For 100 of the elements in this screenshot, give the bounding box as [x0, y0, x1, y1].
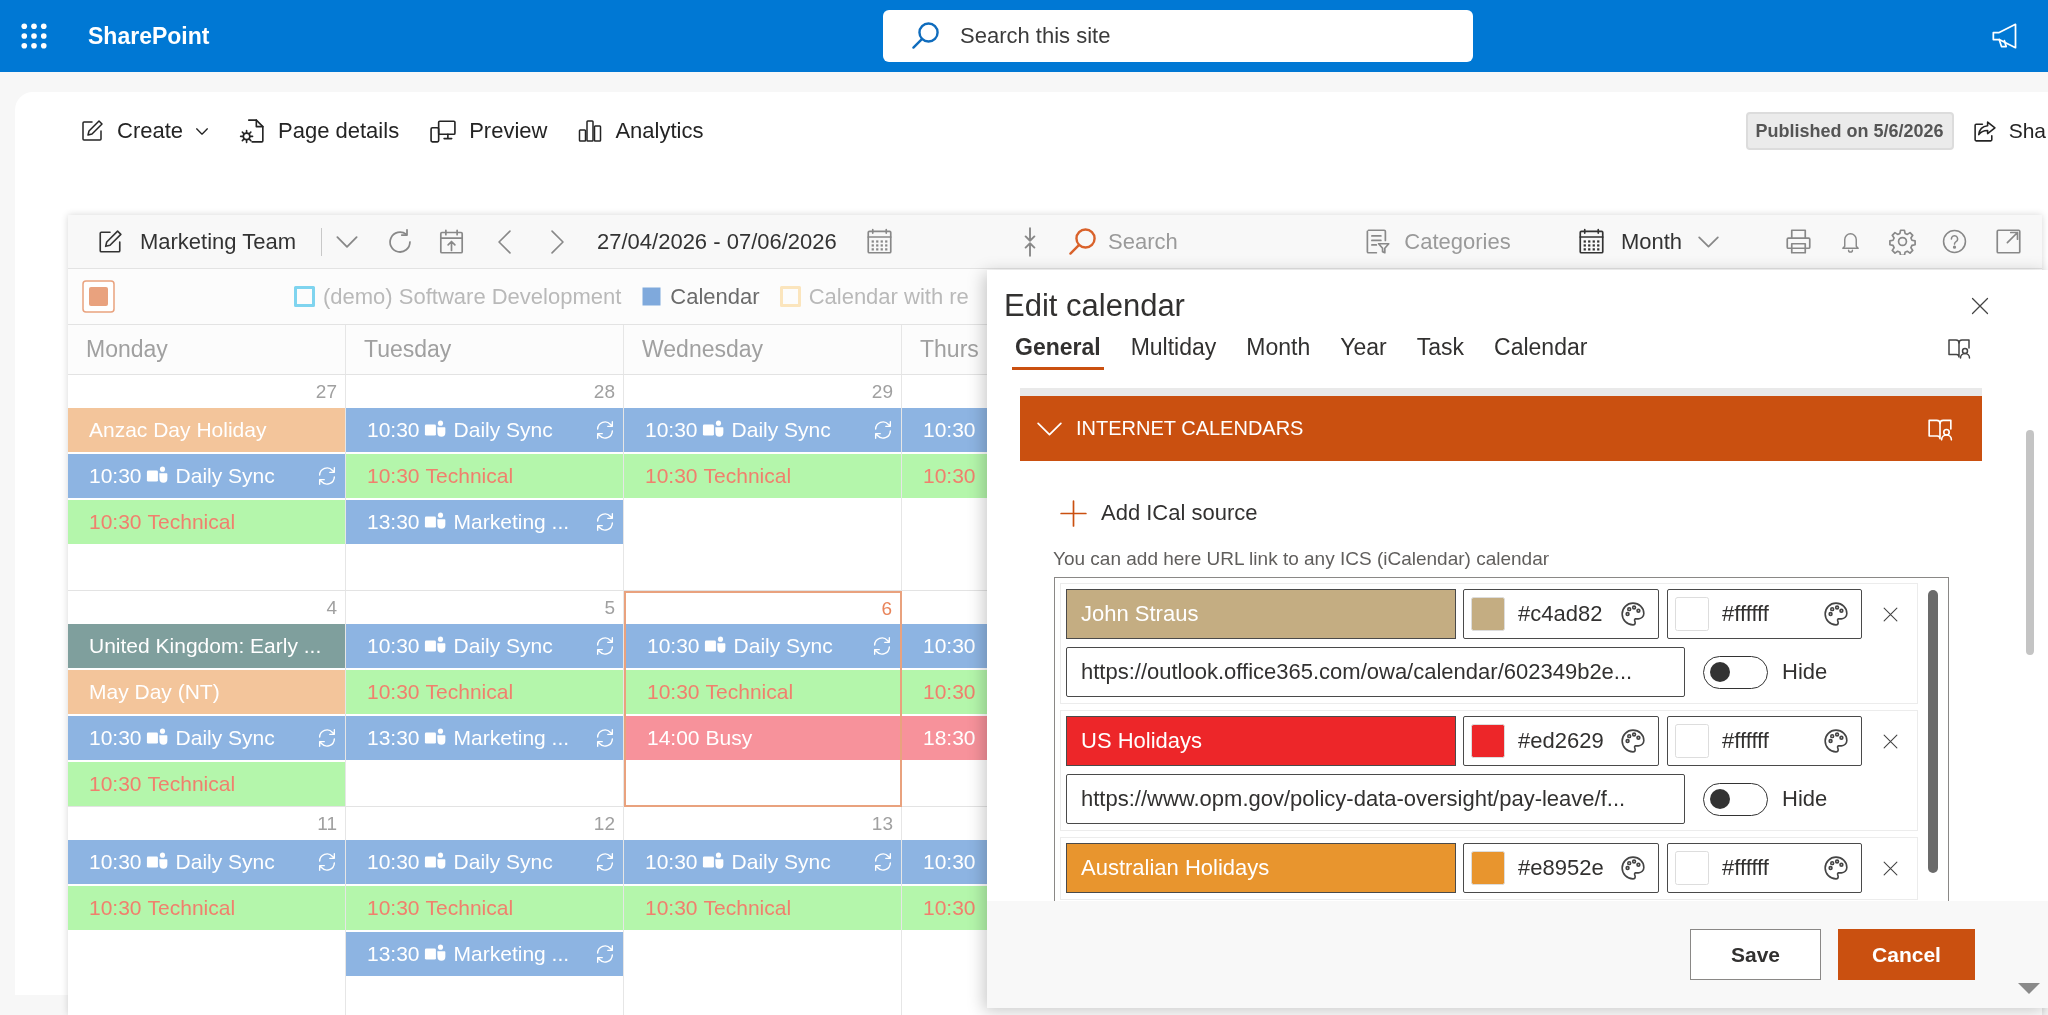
bell-icon[interactable]	[1839, 230, 1862, 253]
app-launcher-icon[interactable]	[21, 23, 47, 49]
calendar-event[interactable]: May Day (NT)	[68, 670, 345, 714]
calendar-event[interactable]: 10:30 Daily Sync	[626, 624, 900, 668]
categories-button[interactable]: Categories	[1364, 228, 1511, 255]
calendar-event[interactable]: 10:30	[902, 840, 987, 884]
calendar-event[interactable]: 10:30	[902, 454, 987, 498]
calendar-event[interactable]: 14:00 Busy	[626, 716, 900, 760]
calendar-event[interactable]: United Kingdom: Early ...	[68, 624, 345, 668]
color-field[interactable]: #ffffff	[1667, 843, 1862, 893]
color-field[interactable]: #e8952e	[1463, 843, 1659, 893]
calendar-event[interactable]: 10:30 Daily Sync	[68, 840, 345, 884]
calendar-event[interactable]: 10:30 Technical	[68, 500, 345, 544]
calendar-arrow-icon[interactable]	[438, 228, 465, 255]
palette-icon[interactable]	[1620, 601, 1646, 627]
calendar-event[interactable]: 10:30 Daily Sync	[68, 716, 345, 760]
calendar-event[interactable]: 10:30	[902, 408, 987, 452]
day-number: 12	[593, 812, 615, 835]
close-icon[interactable]	[1882, 732, 1899, 750]
save-button[interactable]: Save	[1690, 929, 1821, 980]
calendar-event[interactable]: Anzac Day Holiday	[68, 408, 345, 452]
calendar-icon[interactable]	[866, 228, 893, 255]
book-person-icon[interactable]	[1947, 336, 1971, 360]
scrollbar[interactable]	[1928, 590, 1938, 873]
calendar-event[interactable]: 10:30	[902, 670, 987, 714]
preview-button[interactable]: Preview	[430, 111, 548, 151]
chevron-left-icon[interactable]	[497, 229, 512, 254]
palette-icon[interactable]	[1823, 601, 1849, 627]
search-field[interactable]: Search this site	[883, 10, 1473, 62]
app-name[interactable]: SharePoint	[88, 22, 210, 50]
dropdown-caret-icon[interactable]	[336, 235, 358, 248]
calendar-event[interactable]: 10:30 Technical	[346, 886, 623, 930]
legend-item[interactable]: Calendar	[641, 283, 760, 310]
chevron-right-icon[interactable]	[550, 229, 565, 254]
tab[interactable]: Year	[1337, 326, 1390, 370]
color-field[interactable]: #ed2629	[1463, 716, 1659, 766]
tab[interactable]: Calendar	[1491, 326, 1591, 370]
print-icon[interactable]	[1785, 228, 1812, 255]
calendar-event[interactable]: 13:30 Marketing ...	[346, 932, 623, 976]
calendar-event[interactable]: 10:30 Daily Sync	[346, 408, 623, 452]
calendar-event[interactable]: 10:30 Technical	[68, 886, 345, 930]
calendar-event[interactable]: 10:30 Technical	[626, 670, 900, 714]
analytics-button[interactable]: Analytics	[578, 111, 704, 151]
sort-arrows-icon[interactable]	[1023, 226, 1037, 257]
name-field[interactable]: US Holidays	[1066, 716, 1456, 766]
calendar-event[interactable]: 10:30 Daily Sync	[624, 408, 901, 452]
calendar-event[interactable]: 10:30	[902, 886, 987, 930]
color-field[interactable]: #ffffff	[1667, 716, 1862, 766]
legend-item[interactable]: Calendar with re	[779, 283, 969, 310]
cancel-button[interactable]: Cancel	[1838, 929, 1975, 980]
calendar-event[interactable]: 13:30 Marketing ...	[346, 716, 623, 760]
legend-toggle-icon[interactable]	[82, 280, 115, 313]
toggle-switch[interactable]	[1703, 782, 1768, 816]
toggle-switch[interactable]	[1703, 655, 1768, 689]
scrollbar[interactable]	[2026, 430, 2034, 655]
calendar-event[interactable]: 10:30 Technical	[346, 454, 623, 498]
calendar-event[interactable]: 10:30	[902, 624, 987, 668]
calendar-event[interactable]: 10:30 Technical	[346, 670, 623, 714]
help-icon[interactable]	[1942, 229, 1967, 254]
calendar-event[interactable]: 10:30 Daily Sync	[346, 624, 623, 668]
open-external-icon[interactable]	[1995, 228, 2022, 255]
refresh-icon[interactable]	[386, 227, 414, 256]
close-icon[interactable]	[1882, 605, 1899, 623]
search-icon[interactable]	[1068, 227, 1097, 256]
share-button[interactable]: Sha	[1971, 118, 2046, 144]
create-button[interactable]: Create	[80, 111, 209, 151]
tab[interactable]: Multiday	[1127, 326, 1220, 370]
palette-icon[interactable]	[1823, 728, 1849, 754]
page-details-button[interactable]: Page details	[239, 111, 400, 151]
palette-icon[interactable]	[1620, 855, 1646, 881]
add-ical-source-button[interactable]: Add ICal source	[1060, 497, 1258, 529]
calendar-event[interactable]: 13:30 Marketing ...	[346, 500, 623, 544]
tab[interactable]: General	[1012, 326, 1104, 370]
url-field[interactable]: https://outlook.office365.com/owa/calendar/602349b2e...	[1066, 647, 1685, 697]
url-field[interactable]: https://www.opm.gov/policy-data-oversight/pay-leave/f...	[1066, 774, 1685, 824]
color-field[interactable]: #ffffff	[1667, 589, 1862, 639]
palette-icon[interactable]	[1823, 855, 1849, 881]
tab[interactable]: Task	[1413, 326, 1468, 370]
search-input[interactable]: Search	[1108, 228, 1288, 255]
view-dropdown[interactable]: Month	[1578, 228, 1719, 255]
section-header[interactable]: INTERNET CALENDARS	[1020, 388, 1982, 461]
close-icon[interactable]	[1882, 859, 1899, 877]
name-field[interactable]: Australian Holidays	[1066, 843, 1456, 893]
calendar-event[interactable]: 10:30 Daily Sync	[624, 840, 901, 884]
calendar-event[interactable]: 10:30 Technical	[624, 886, 901, 930]
calendar-event[interactable]: 18:30	[902, 716, 987, 760]
megaphone-icon[interactable]	[1991, 22, 2019, 50]
scroll-down-arrow-icon[interactable]	[2018, 983, 2040, 994]
calendar-event[interactable]: 10:30 Daily Sync	[68, 454, 345, 498]
color-field[interactable]: #c4ad82	[1463, 589, 1659, 639]
calendar-event[interactable]: 10:30 Technical	[624, 454, 901, 498]
tab[interactable]: Month	[1243, 326, 1314, 370]
palette-icon[interactable]	[1620, 728, 1646, 754]
settings-icon[interactable]	[1889, 228, 1916, 255]
close-icon[interactable]	[1970, 296, 1990, 316]
calendar-event[interactable]: 10:30 Technical	[68, 762, 345, 806]
calendar-name-button[interactable]: Marketing Team	[97, 228, 299, 255]
name-field[interactable]: John Straus	[1066, 589, 1456, 639]
legend-item[interactable]: (demo) Software Development	[294, 283, 622, 310]
calendar-event[interactable]: 10:30 Daily Sync	[346, 840, 623, 884]
